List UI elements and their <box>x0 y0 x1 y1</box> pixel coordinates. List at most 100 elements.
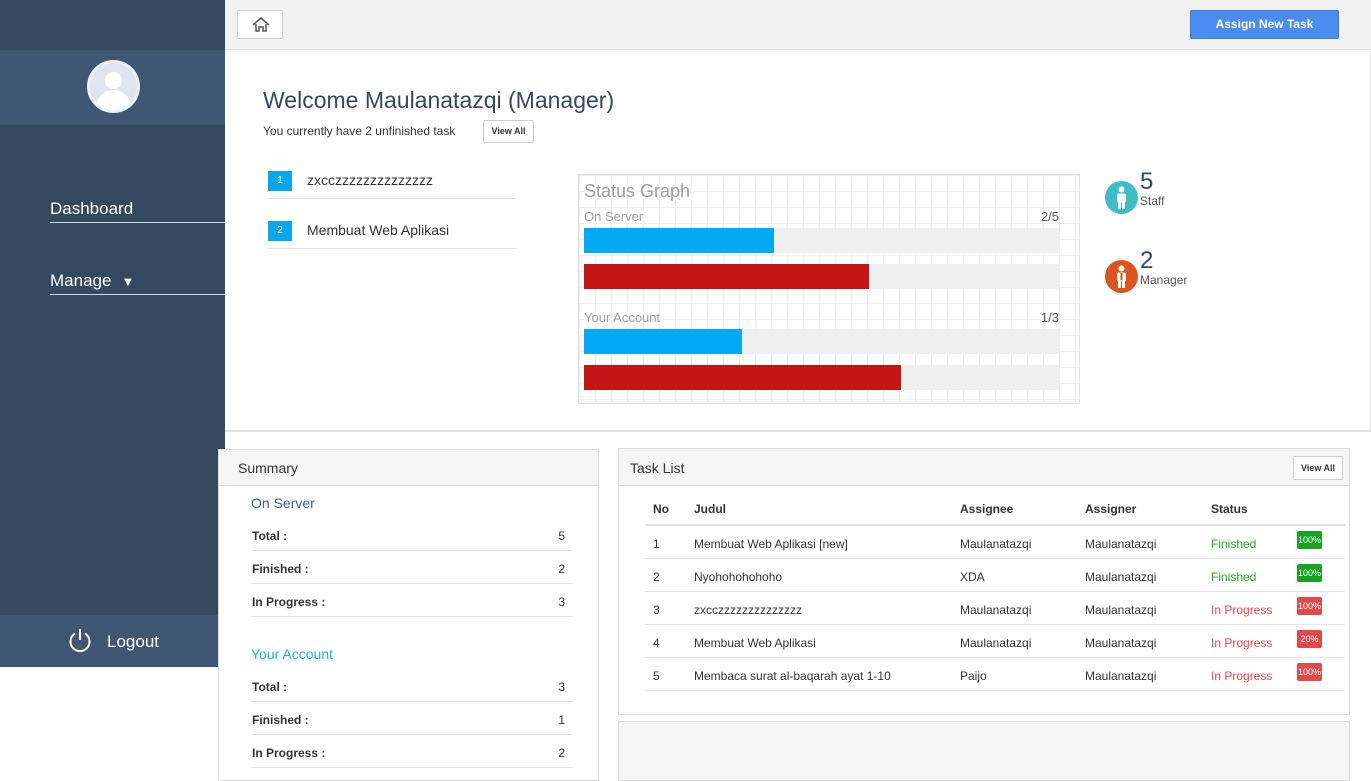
progress-badge: 100% <box>1297 531 1322 549</box>
col-no[interactable]: No <box>653 502 669 516</box>
cell-no: 1 <box>653 537 660 551</box>
col-judul[interactable]: Judul <box>694 502 726 516</box>
unfinished-task-text: You currently have 2 unfinished task <box>263 124 456 138</box>
page-title: Welcome Maulanatazqi (Manager) <box>263 87 615 113</box>
table-row[interactable]: 2 Nyohohohohoho XDA Maulanatazqi Finishe… <box>645 559 1345 592</box>
empty-panel <box>618 721 1350 781</box>
logout-button[interactable]: Logout <box>0 615 225 667</box>
cell-assigner: Maulanatazqi <box>1085 636 1157 650</box>
graph-count-on-server: 2/5 <box>1040 209 1059 224</box>
summary-row: Finished : 2 <box>251 551 573 584</box>
row-value: 3 <box>558 680 565 694</box>
caret-down-icon: ▼ <box>121 274 135 289</box>
graph-title: Status Graph <box>584 181 691 201</box>
table-row[interactable]: 5 Membaca surat al-baqarah ayat 1-10 Pai… <box>645 658 1345 691</box>
table-row[interactable]: 4 Membuat Web Aplikasi Maulanatazqi Maul… <box>645 625 1345 658</box>
home-button[interactable] <box>237 10 283 39</box>
cell-status: In Progress <box>1211 636 1273 650</box>
your-account-progress-bar-track <box>584 365 1059 390</box>
row-value: 3 <box>558 595 565 609</box>
cell-judul: Membaca surat al-baqarah ayat 1-10 <box>694 669 891 683</box>
summary-section-your-account: Your Account <box>251 646 333 662</box>
cell-assignee: Maulanatazqi <box>960 537 1032 551</box>
cell-status: In Progress <box>1211 603 1273 617</box>
staff-icon <box>1105 181 1138 214</box>
summary-title: Summary <box>219 450 598 486</box>
summary-section-on-server: On Server <box>251 495 315 511</box>
cell-assigner: Maulanatazqi <box>1085 570 1157 584</box>
progress-badge: 100% <box>1297 597 1322 615</box>
on-server-progress-bar <box>584 264 869 289</box>
row-key: Finished : <box>252 562 309 576</box>
cell-status: Finished <box>1211 570 1257 584</box>
col-assigner[interactable]: Assigner <box>1085 502 1136 516</box>
cell-assigner: Maulanatazqi <box>1085 537 1157 551</box>
summary-panel: Summary On Server Total : 5 Finished : 2 I… <box>218 449 599 781</box>
cell-judul: Nyohohohohoho <box>694 570 783 584</box>
row-key: Finished : <box>252 713 309 727</box>
unfinished-task-item[interactable]: 2 Membuat Web Aplikasi <box>267 221 517 249</box>
cell-assigner: Maulanatazqi <box>1085 603 1157 617</box>
your-account-finished-bar-track <box>584 329 1059 354</box>
cell-no: 4 <box>653 636 660 650</box>
avatar[interactable] <box>87 60 140 113</box>
summary-row: In Progress : 3 <box>251 584 573 617</box>
profile-area <box>0 50 225 125</box>
col-status[interactable]: Status <box>1211 502 1248 516</box>
cell-no: 2 <box>653 570 660 584</box>
on-server-progress-bar-track <box>584 264 1059 289</box>
manager-label: Manager <box>1140 273 1188 287</box>
row-value: 5 <box>558 529 565 543</box>
your-account-finished-bar <box>584 329 743 354</box>
task-number-badge: 1 <box>268 171 292 191</box>
table-header: No Judul Assignee Assigner Status <box>645 489 1345 526</box>
progress-badge: 20% <box>1297 630 1322 648</box>
cell-no: 3 <box>653 603 660 617</box>
sidebar-item-dashboard[interactable]: Dashboard <box>50 199 225 223</box>
table-row[interactable]: 3 zxcczzzzzzzzzzzzzz Maulanatazqi Maulan… <box>645 592 1345 625</box>
cell-judul: Membuat Web Aplikasi <box>694 636 816 650</box>
table-row[interactable]: 1 Membuat Web Aplikasi [new] Maulanatazq… <box>645 526 1345 559</box>
summary-row: Total : 5 <box>251 518 573 551</box>
graph-label-your-account: Your Account <box>584 310 661 325</box>
row-key: In Progress : <box>252 746 326 760</box>
cell-judul: zxcczzzzzzzzzzzzzz <box>694 603 802 617</box>
row-key: Total : <box>252 680 288 694</box>
status-graph: Status Graph On Server 2/5 Your Account … <box>578 174 1080 404</box>
task-title: Membuat Web Aplikasi <box>307 222 450 238</box>
your-account-progress-bar <box>584 365 901 390</box>
sidebar-item-label: Dashboard <box>50 199 134 218</box>
cell-assignee: XDA <box>960 570 985 584</box>
task-number-badge: 2 <box>268 221 292 241</box>
row-value: 1 <box>558 713 565 727</box>
sidebar-item-manage[interactable]: Manage ▼ <box>50 271 225 295</box>
manager-count: 2 <box>1140 247 1154 274</box>
avatar-head <box>105 72 122 89</box>
task-list-panel: Task List View All No Judul Assignee Ass… <box>618 448 1350 715</box>
topbar: Assign New Task <box>225 0 1371 50</box>
assign-new-task-button[interactable]: Assign New Task <box>1190 10 1339 39</box>
row-value: 2 <box>558 746 565 760</box>
welcome-panel: Welcome Maulanatazqi (Manager) You curre… <box>225 51 1371 432</box>
row-value: 2 <box>558 562 565 576</box>
graph-label-on-server: On Server <box>584 209 644 224</box>
on-server-finished-bar <box>584 228 774 253</box>
staff-label: Staff <box>1140 194 1165 208</box>
cell-no: 5 <box>653 669 660 683</box>
graph-count-your-account: 1/3 <box>1040 310 1059 325</box>
summary-row: Finished : 1 <box>251 702 573 735</box>
progress-badge: 100% <box>1297 564 1322 582</box>
view-all-tasks-button[interactable]: View All <box>1293 456 1343 480</box>
progress-badge: 100% <box>1297 663 1322 681</box>
row-key: Total : <box>252 529 288 543</box>
view-all-unfinished-button[interactable]: View All <box>483 120 534 143</box>
row-key: In Progress : <box>252 595 326 609</box>
cell-assigner: Maulanatazqi <box>1085 669 1157 683</box>
home-icon <box>252 17 270 32</box>
task-title: zxcczzzzzzzzzzzzzz <box>307 172 433 188</box>
col-assignee[interactable]: Assignee <box>960 502 1013 516</box>
sidebar-item-label: Manage <box>50 271 112 290</box>
staff-count: 5 <box>1140 168 1154 195</box>
unfinished-task-item[interactable]: 1 zxcczzzzzzzzzzzzzz <box>267 171 517 199</box>
cell-assignee: Maulanatazqi <box>960 636 1032 650</box>
